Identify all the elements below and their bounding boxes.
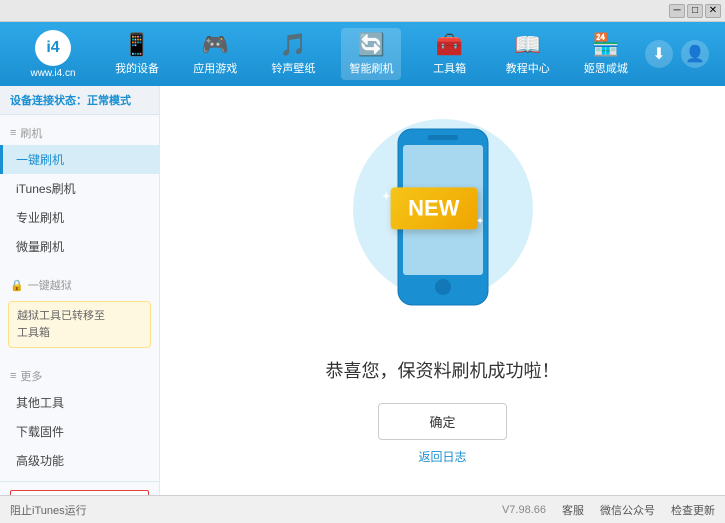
tutorial-icon: 📖 [514, 32, 541, 58]
logo-text: www.i4.cn [30, 68, 75, 79]
nav-items: 📱 我的设备 🎮 应用游戏 🎵 铃声壁纸 🔄 智能刷机 🧰 工具箱 📖 教程中心… [98, 28, 645, 80]
nav-shop[interactable]: 🏪 姬思咸城 [576, 28, 636, 80]
jailbreak-section-label: 一键越狱 [28, 277, 72, 293]
logo-circle: i4 [35, 30, 71, 66]
new-badge-text: NEW [408, 195, 459, 220]
download-firmware-label: 下载固件 [16, 423, 64, 440]
sidebar-item-pro-flash[interactable]: 专业刷机 [0, 203, 159, 232]
status-value: 正常模式 [87, 95, 131, 107]
check-update-link[interactable]: 检查更新 [671, 502, 715, 518]
sidebar-item-other-tools[interactable]: 其他工具 [0, 388, 159, 417]
top-nav: i4 www.i4.cn 📱 我的设备 🎮 应用游戏 🎵 铃声壁纸 🔄 智能刷机… [0, 22, 725, 86]
new-badge: NEW [390, 187, 477, 229]
more-section-header: ≡ 更多 [0, 364, 159, 388]
flash-section-label: 刷机 [20, 125, 42, 141]
nav-my-device[interactable]: 📱 我的设备 [107, 28, 167, 80]
download-button[interactable]: ⬇ [645, 40, 673, 68]
shop-icon: 🏪 [592, 32, 619, 58]
smart-flash-label: 智能刷机 [349, 60, 393, 76]
bottom-bar: 阻止iTunes运行 V7.98.66 客服 微信公众号 检查更新 [0, 495, 725, 523]
phone-illustration: NEW [343, 117, 543, 337]
minimize-button[interactable]: ─ [669, 4, 685, 18]
jailbreak-section: 🔒 一键越狱 越狱工具已转移至工具箱 [0, 267, 159, 358]
pro-flash-label: 专业刷机 [16, 209, 64, 226]
close-button[interactable]: ✕ [705, 4, 721, 18]
sidebar: 设备连接状态：正常模式 ≡ 刷机 一键刷机 iTunes刷机 专业刷机 微量刷机… [0, 86, 160, 495]
status-label: 设备连接状态： [10, 95, 87, 107]
one-click-flash-label: 一键刷机 [16, 151, 64, 168]
nav-app-game[interactable]: 🎮 应用游戏 [185, 28, 245, 80]
nav-toolbox[interactable]: 🧰 工具箱 [420, 28, 480, 80]
device-bottom: ✓ 自动敷送 ✓ 跳过向导 📱 iPhone 12 mini 64GB Down… [0, 481, 159, 495]
toolbox-icon: 🧰 [436, 32, 463, 58]
confirm-button[interactable]: 确定 [378, 403, 506, 440]
notice-text: 越狱工具已转移至工具箱 [17, 310, 105, 339]
flash-section-header: ≡ 刷机 [0, 121, 159, 145]
title-bar: ─ □ ✕ [0, 0, 725, 22]
app-game-label: 应用游戏 [193, 60, 237, 76]
success-text: 恭喜您，保资料刷机成功啦！ [326, 357, 560, 383]
nav-ringtone[interactable]: 🎵 铃声壁纸 [263, 28, 323, 80]
advanced-label: 高级功能 [16, 452, 64, 469]
shop-label: 姬思咸城 [584, 60, 628, 76]
nav-smart-flash[interactable]: 🔄 智能刷机 [341, 28, 401, 80]
nav-right: ⬇ 👤 [645, 40, 717, 68]
lock-icon: 🔒 [10, 279, 24, 292]
logo-icon: i4 [46, 39, 59, 57]
toolbox-label: 工具箱 [433, 60, 466, 76]
connection-status: 设备连接状态：正常模式 [0, 86, 159, 115]
sidebar-item-download-firmware[interactable]: 下载固件 [0, 417, 159, 446]
bottom-right: V7.98.66 客服 微信公众号 检查更新 [502, 502, 715, 518]
bottom-left: 阻止iTunes运行 [10, 502, 87, 518]
more-icon: ≡ [10, 370, 16, 382]
smart-flash-icon: 🔄 [358, 32, 385, 58]
jailbreak-notice: 越狱工具已转移至工具箱 [8, 301, 151, 348]
customer-service-link[interactable]: 客服 [562, 502, 584, 518]
sidebar-item-itunes-flash[interactable]: iTunes刷机 [0, 174, 159, 203]
my-device-label: 我的设备 [115, 60, 159, 76]
logo[interactable]: i4 www.i4.cn [8, 30, 98, 79]
jailbreak-section-header: 🔒 一键越狱 [0, 273, 159, 297]
itunes-status-label: 阻止iTunes运行 [10, 502, 87, 518]
device-checkboxes: ✓ 自动敷送 ✓ 跳过向导 [10, 490, 149, 495]
more-section: ≡ 更多 其他工具 下载固件 高级功能 [0, 358, 159, 481]
maximize-button[interactable]: □ [687, 4, 703, 18]
sidebar-item-one-click-flash[interactable]: 一键刷机 [0, 145, 159, 174]
flash-section-icon: ≡ [10, 127, 16, 139]
micro-flash-label: 微量刷机 [16, 238, 64, 255]
user-button[interactable]: 👤 [681, 40, 709, 68]
sidebar-item-advanced[interactable]: 高级功能 [0, 446, 159, 475]
back-link[interactable]: 返回日志 [418, 448, 466, 465]
other-tools-label: 其他工具 [16, 394, 64, 411]
tutorial-label: 教程中心 [506, 60, 550, 76]
sidebar-item-micro-flash[interactable]: 微量刷机 [0, 232, 159, 261]
main-layout: 设备连接状态：正常模式 ≡ 刷机 一键刷机 iTunes刷机 专业刷机 微量刷机… [0, 86, 725, 495]
app-game-icon: 🎮 [202, 32, 229, 58]
flash-section: ≡ 刷机 一键刷机 iTunes刷机 专业刷机 微量刷机 [0, 115, 159, 267]
ringtone-icon: 🎵 [280, 32, 307, 58]
my-device-icon: 📱 [123, 32, 150, 58]
more-section-label: 更多 [20, 368, 42, 384]
wechat-link[interactable]: 微信公众号 [600, 502, 655, 518]
version-label: V7.98.66 [502, 504, 546, 516]
center-content: NEW 恭喜您，保资料刷机成功啦！ 确定 返回日志 [160, 86, 725, 495]
ringtone-label: 铃声壁纸 [271, 60, 315, 76]
itunes-flash-label: iTunes刷机 [16, 180, 76, 197]
nav-tutorial[interactable]: 📖 教程中心 [498, 28, 558, 80]
